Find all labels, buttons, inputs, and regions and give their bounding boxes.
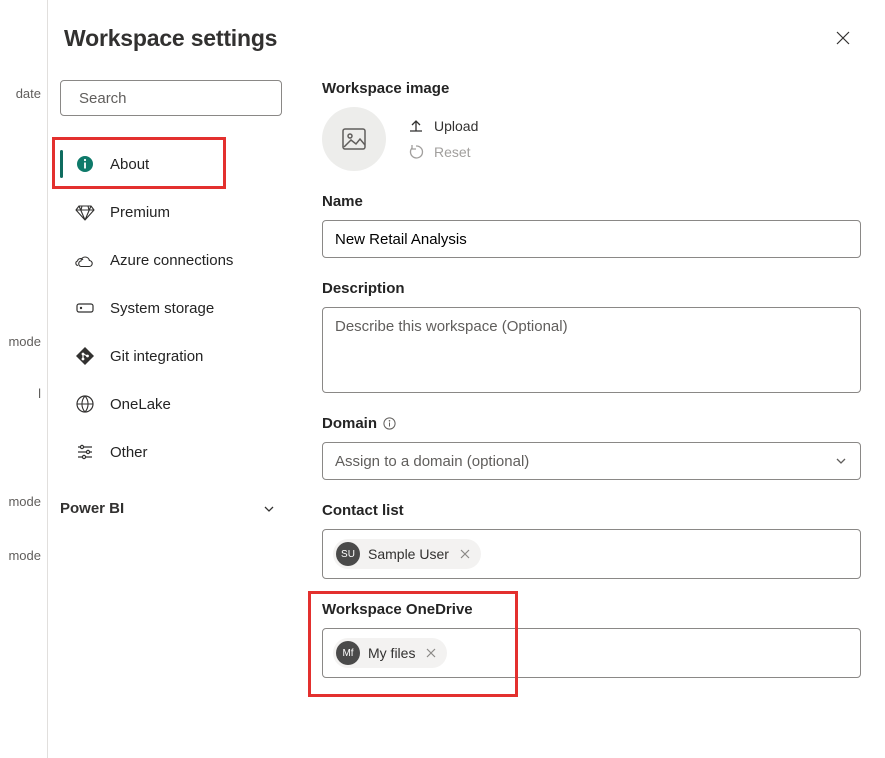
remove-chip-button[interactable]	[457, 546, 473, 562]
description-input[interactable]	[322, 307, 861, 393]
search-field[interactable]	[79, 90, 278, 107]
onedrive-chip: Mf My files	[333, 638, 447, 668]
group-label: Power BI	[60, 500, 124, 517]
chip-label: Sample User	[368, 546, 449, 562]
reset-icon	[408, 144, 424, 160]
nav-item-label: OneLake	[110, 396, 171, 413]
chevron-down-icon	[834, 454, 848, 468]
sliders-icon	[74, 441, 96, 463]
close-button[interactable]	[829, 24, 857, 52]
close-icon	[460, 549, 470, 559]
bg-text: mode	[0, 494, 45, 509]
field-label: Domain	[322, 415, 377, 432]
nav-item-about[interactable]: About	[60, 140, 282, 188]
reset-button: Reset	[408, 144, 478, 160]
nav-item-label: About	[110, 156, 149, 173]
storage-icon	[74, 297, 96, 319]
domain-select[interactable]: Assign to a domain (optional)	[322, 442, 861, 480]
field-label: Workspace OneDrive	[322, 601, 861, 618]
nav-item-git-integration[interactable]: Git integration	[60, 332, 282, 380]
page-title: Workspace settings	[64, 25, 277, 52]
nav-item-system-storage[interactable]: System storage	[60, 284, 282, 332]
nav-item-onelake[interactable]: OneLake	[60, 380, 282, 428]
nav-item-label: Premium	[110, 204, 170, 221]
chip-label: My files	[368, 645, 415, 661]
reset-label: Reset	[434, 144, 471, 160]
domain-block: Domain Assign to a domain (optional)	[322, 415, 861, 480]
close-icon	[426, 648, 436, 658]
avatar: SU	[336, 542, 360, 566]
name-block: Name	[322, 193, 861, 258]
avatar: Mf	[336, 641, 360, 665]
nav-item-label: Azure connections	[110, 252, 233, 269]
background-app: date mode l mode mode	[0, 0, 48, 758]
field-label: Description	[322, 280, 861, 297]
contact-list-block: Contact list SU Sample User	[322, 502, 861, 579]
nav-item-other[interactable]: Other	[60, 428, 282, 476]
bg-text: mode	[0, 548, 45, 563]
field-label: Contact list	[322, 502, 861, 519]
name-input[interactable]	[322, 220, 861, 258]
nav-item-premium[interactable]: Premium	[60, 188, 282, 236]
workspace-image-placeholder	[322, 107, 386, 171]
remove-chip-button[interactable]	[423, 645, 439, 661]
nav-item-label: Git integration	[110, 348, 203, 365]
workspace-onedrive-block: Workspace OneDrive Mf My files	[322, 601, 861, 678]
image-icon	[340, 125, 368, 153]
globe-icon	[74, 393, 96, 415]
sidebar-group-powerbi[interactable]: Power BI	[60, 490, 282, 527]
nav-list: About Premium Azure connections	[60, 140, 282, 476]
about-form: Workspace image Upload Reset	[322, 80, 861, 678]
close-icon	[835, 30, 851, 46]
upload-label: Upload	[434, 118, 478, 134]
upload-button[interactable]: Upload	[408, 118, 478, 134]
select-placeholder: Assign to a domain (optional)	[335, 453, 529, 470]
bg-text: mode	[0, 334, 45, 349]
field-label: Workspace image	[322, 80, 861, 97]
diamond-icon	[74, 201, 96, 223]
workspace-settings-panel: Workspace settings About	[48, 0, 885, 758]
cloud-icon	[74, 249, 96, 271]
workspace-image-block: Workspace image Upload Reset	[322, 80, 861, 171]
contact-list-input[interactable]: SU Sample User	[322, 529, 861, 579]
description-block: Description	[322, 280, 861, 393]
nav-item-azure[interactable]: Azure connections	[60, 236, 282, 284]
nav-item-label: System storage	[110, 300, 214, 317]
bg-text: date	[0, 86, 45, 101]
nav-item-label: Other	[110, 444, 148, 461]
git-icon	[74, 345, 96, 367]
search-input[interactable]	[60, 80, 282, 116]
info-icon[interactable]	[383, 417, 396, 430]
bg-text: l	[0, 386, 45, 401]
contact-chip: SU Sample User	[333, 539, 481, 569]
onedrive-input[interactable]: Mf My files	[322, 628, 861, 678]
upload-icon	[408, 118, 424, 134]
chevron-down-icon	[262, 502, 276, 516]
info-icon	[74, 153, 96, 175]
settings-sidebar: About Premium Azure connections	[60, 80, 282, 678]
field-label: Name	[322, 193, 861, 210]
